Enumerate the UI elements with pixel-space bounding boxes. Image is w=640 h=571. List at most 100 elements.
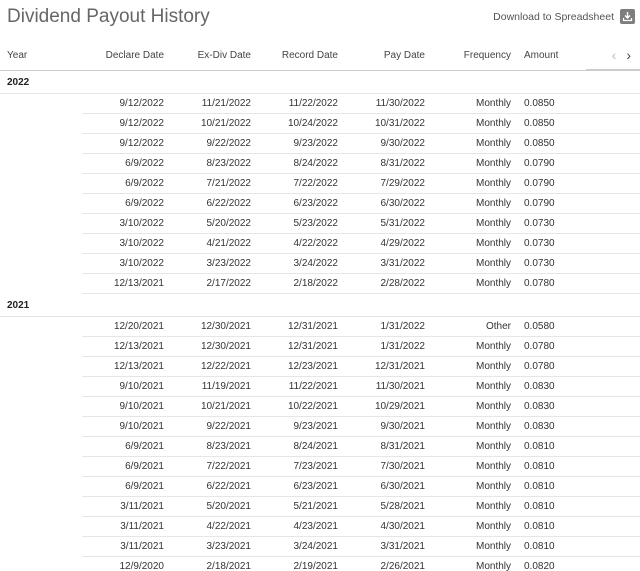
frequency-cell: Monthly (429, 496, 515, 517)
record-date-cell: 2/18/2022 (255, 273, 342, 294)
year-cell (0, 337, 82, 357)
column-nav: ‹ › (586, 40, 640, 70)
declare-date-cell: 12/13/2021 (82, 336, 168, 357)
pay-date-cell: 2/28/2022 (342, 273, 429, 294)
frequency-cell: Monthly (429, 356, 515, 377)
declare-date-cell: 12/20/2021 (82, 316, 168, 337)
year-cell (0, 317, 82, 337)
amount-cell: 0.0850 (515, 113, 586, 134)
pay-date-cell: 9/30/2021 (342, 416, 429, 437)
ex-div-date-cell: 10/21/2021 (168, 396, 255, 417)
col-header-declare-date[interactable]: Declare Date (82, 40, 168, 71)
pay-date-cell: 3/31/2022 (342, 253, 429, 274)
extra-cell (586, 213, 640, 234)
amount-cell: 0.0830 (515, 396, 586, 417)
pay-date-cell: 6/30/2022 (342, 193, 429, 214)
pay-date-cell: 11/30/2021 (342, 376, 429, 397)
declare-date-cell: 6/9/2022 (82, 193, 168, 214)
download-spreadsheet-button[interactable]: Download to Spreadsheet (493, 9, 635, 24)
table-row: 6/9/2022 6/22/2022 6/23/2022 6/30/2022 Month… (0, 193, 640, 214)
year-cell (0, 557, 82, 571)
col-header-ex-div-date[interactable]: Ex-Div Date (168, 40, 255, 71)
record-date-cell: 3/24/2021 (255, 536, 342, 557)
amount-cell: 0.0810 (515, 456, 586, 477)
year-group-row: 2021 (0, 293, 640, 317)
year-cell (0, 174, 82, 194)
amount-cell: 0.0790 (515, 193, 586, 214)
declare-date-cell: 9/10/2021 (82, 396, 168, 417)
table-row: 9/12/2022 9/22/2022 9/23/2022 9/30/2022 Mont… (0, 133, 640, 154)
ex-div-date-cell: 12/30/2021 (168, 316, 255, 337)
declare-date-cell: 6/9/2021 (82, 456, 168, 477)
table-row: 12/13/2021 12/22/2021 12/23/2021 12/31/2021… (0, 356, 640, 377)
pay-date-cell: 10/29/2021 (342, 396, 429, 417)
extra-cell (586, 133, 640, 154)
ex-div-date-cell: 9/22/2022 (168, 133, 255, 154)
col-header-amount[interactable]: Amount (515, 40, 586, 71)
amount-cell: 0.0780 (515, 273, 586, 294)
ex-div-date-cell: 7/21/2022 (168, 173, 255, 194)
col-header-frequency[interactable]: Frequency (429, 40, 515, 71)
record-date-cell: 4/23/2021 (255, 516, 342, 537)
frequency-cell: Monthly (429, 273, 515, 294)
ex-div-date-cell: 6/22/2022 (168, 193, 255, 214)
declare-date-cell: 9/10/2021 (82, 376, 168, 397)
col-header-record-date[interactable]: Record Date (255, 40, 342, 71)
table-row: 12/20/2021 12/30/2021 12/31/2021 1/31/2022 O… (0, 316, 640, 337)
ex-div-date-cell: 5/20/2022 (168, 213, 255, 234)
pay-date-cell: 5/28/2021 (342, 496, 429, 517)
chevron-right-icon[interactable]: › (626, 48, 631, 62)
table-row: 12/9/2020 2/18/2021 2/19/2021 2/26/2021 Mont… (0, 556, 640, 571)
record-date-cell: 6/23/2021 (255, 476, 342, 497)
ex-div-date-cell: 3/23/2021 (168, 536, 255, 557)
dividend-table-container[interactable]: Year Declare Date Ex-Div Date Record Dat… (0, 40, 640, 571)
frequency-cell: Monthly (429, 336, 515, 357)
table-row: 3/11/2021 5/20/2021 5/21/2021 5/28/2021 Mont… (0, 496, 640, 517)
record-date-cell: 6/23/2022 (255, 193, 342, 214)
amount-cell: 0.0790 (515, 153, 586, 174)
year-group-label: 2021 (0, 293, 640, 317)
table-row: 6/9/2021 8/23/2021 8/24/2021 8/31/2021 Month… (0, 436, 640, 457)
table-row: 6/9/2022 8/23/2022 8/24/2022 8/31/2022 Month… (0, 153, 640, 174)
table-row: 6/9/2022 7/21/2022 7/22/2022 7/29/2022 Month… (0, 173, 640, 194)
frequency-cell: Monthly (429, 436, 515, 457)
record-date-cell: 9/23/2022 (255, 133, 342, 154)
amount-cell: 0.0790 (515, 173, 586, 194)
download-label: Download to Spreadsheet (493, 10, 614, 23)
pay-date-cell: 4/29/2022 (342, 233, 429, 254)
ex-div-date-cell: 4/21/2022 (168, 233, 255, 254)
record-date-cell: 9/23/2021 (255, 416, 342, 437)
table-row: 9/12/2022 11/21/2022 11/22/2022 11/30/2022 M… (0, 93, 640, 114)
record-date-cell: 7/23/2021 (255, 456, 342, 477)
col-header-year[interactable]: Year (0, 40, 82, 71)
declare-date-cell: 3/10/2022 (82, 233, 168, 254)
declare-date-cell: 12/13/2021 (82, 273, 168, 294)
extra-cell (586, 456, 640, 477)
record-date-cell: 8/24/2021 (255, 436, 342, 457)
ex-div-date-cell: 9/22/2021 (168, 416, 255, 437)
year-cell (0, 214, 82, 234)
chevron-left-icon[interactable]: ‹ (612, 48, 617, 62)
record-date-cell: 12/23/2021 (255, 356, 342, 377)
table-row: 9/10/2021 9/22/2021 9/23/2021 9/30/2021 Mont… (0, 416, 640, 437)
ex-div-date-cell: 11/19/2021 (168, 376, 255, 397)
ex-div-date-cell: 2/17/2022 (168, 273, 255, 294)
declare-date-cell: 9/10/2021 (82, 416, 168, 437)
ex-div-date-cell: 5/20/2021 (168, 496, 255, 517)
frequency-cell: Monthly (429, 193, 515, 214)
frequency-cell: Monthly (429, 153, 515, 174)
declare-date-cell: 12/13/2021 (82, 356, 168, 377)
record-date-cell: 11/22/2021 (255, 376, 342, 397)
record-date-cell: 3/24/2022 (255, 253, 342, 274)
year-cell (0, 437, 82, 457)
extra-cell (586, 556, 640, 571)
extra-cell (586, 173, 640, 194)
ex-div-date-cell: 3/23/2022 (168, 253, 255, 274)
year-cell (0, 517, 82, 537)
year-group-label: 2022 (0, 70, 640, 94)
amount-cell: 0.0850 (515, 93, 586, 114)
pay-date-cell: 3/31/2021 (342, 536, 429, 557)
col-header-pay-date[interactable]: Pay Date (342, 40, 429, 71)
year-cell (0, 477, 82, 497)
extra-cell (586, 93, 640, 114)
